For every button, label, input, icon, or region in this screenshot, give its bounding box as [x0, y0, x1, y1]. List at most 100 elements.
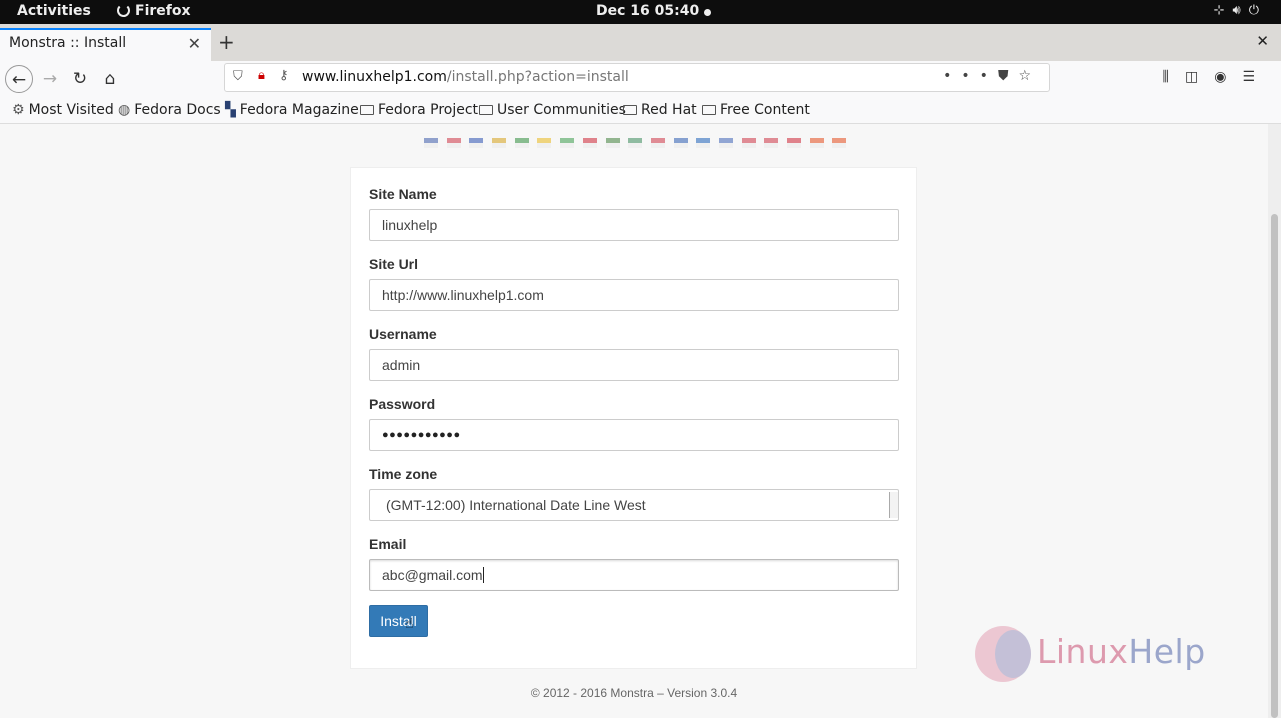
site-url-input[interactable]: http://www.linuxhelp1.com	[369, 279, 899, 311]
language-flag-icon[interactable]	[832, 138, 847, 148]
page-actions-icon[interactable]: •••	[943, 68, 998, 84]
language-flag-icon[interactable]	[741, 138, 756, 148]
bookmark-label: Most Visited	[28, 102, 114, 118]
tab-title: Monstra :: Install	[9, 35, 127, 51]
bookmark-fedora-docs[interactable]: ◍ Fedora Docs	[118, 102, 221, 118]
language-flag-icon[interactable]	[696, 138, 711, 148]
language-flag-icon[interactable]	[424, 138, 438, 148]
hand-cursor-icon: ☝	[405, 616, 414, 632]
bookmark-fedora-project[interactable]: Fedora Project	[360, 102, 478, 118]
logo-circle-overlay	[995, 630, 1031, 678]
window-close-icon[interactable]: ✕	[1256, 32, 1269, 50]
new-tab-icon[interactable]: +	[218, 30, 235, 54]
email-value: abc@gmail.com	[382, 567, 483, 583]
bookmark-label: Free Content	[720, 102, 810, 118]
folder-icon	[360, 105, 374, 115]
system-tray[interactable]: ⊹🔊︎⏻	[1214, 3, 1267, 18]
password-label: Password	[369, 396, 436, 412]
bookmark-user-communities[interactable]: User Communities	[479, 102, 626, 118]
scrollbar-thumb[interactable]	[1271, 214, 1278, 718]
language-flags	[424, 133, 855, 148]
language-flag-icon[interactable]	[650, 138, 665, 148]
language-flag-icon[interactable]	[605, 138, 620, 148]
power-icon: ⏻	[1248, 3, 1267, 18]
logo-text-left: Linux	[1037, 632, 1129, 671]
fedora-magazine-icon: ▚	[225, 102, 236, 118]
logo-text: LinuxHelp	[1037, 632, 1206, 671]
key-icon[interactable]: ⚷	[279, 68, 289, 83]
gear-icon: ⚙	[12, 102, 25, 118]
site-url-label: Site Url	[369, 256, 419, 272]
language-flag-icon[interactable]	[514, 138, 529, 148]
linuxhelp-watermark-logo: LinuxHelp	[975, 626, 1235, 686]
password-input[interactable]: ●●●●●●●●●●●	[369, 419, 899, 451]
page-content: Site Name linuxhelp Site Url http://www.…	[0, 124, 1268, 718]
install-button[interactable]: Install	[369, 605, 428, 637]
bookmark-red-hat[interactable]: Red Hat	[623, 102, 697, 118]
bookmark-free-content[interactable]: Free Content	[702, 102, 810, 118]
pocket-icon[interactable]: ⛊	[998, 68, 1019, 84]
bookmark-label: Fedora Docs	[134, 102, 221, 118]
home-icon[interactable]: ⌂	[96, 65, 124, 93]
sidebar-icon[interactable]: ◫	[1185, 69, 1214, 85]
language-flag-icon[interactable]	[582, 138, 597, 148]
bookmark-label: Fedora Project	[378, 102, 479, 118]
email-label: Email	[369, 536, 407, 552]
select-scrollbar[interactable]	[889, 492, 898, 518]
forward-icon[interactable]: →	[36, 65, 64, 93]
library-icon[interactable]: ⫼	[1163, 69, 1185, 85]
language-flag-icon[interactable]	[628, 138, 643, 148]
insecure-lock-icon[interactable]: 🔒︎	[258, 68, 265, 83]
bookmark-fedora-magazine[interactable]: ▚ Fedora Magazine	[225, 102, 359, 118]
language-flag-icon[interactable]	[673, 138, 688, 148]
email-input[interactable]: abc@gmail.com	[369, 559, 899, 591]
language-flag-icon[interactable]	[492, 138, 507, 148]
username-input[interactable]: admin	[369, 349, 899, 381]
tab-bar: Monstra :: Install ✕ + ✕	[0, 24, 1281, 61]
tab-monstra-install[interactable]: Monstra :: Install ✕	[0, 28, 211, 61]
url-text[interactable]: www.linuxhelp1.com/install.php?action=in…	[302, 69, 629, 85]
toolbar-right: ⫼◫◉☰	[1163, 69, 1271, 85]
bookmark-label: Fedora Magazine	[239, 102, 359, 118]
language-flag-icon[interactable]	[560, 138, 575, 148]
url-path: /install.php?action=install	[446, 69, 629, 85]
reload-icon[interactable]: ↻	[66, 65, 94, 93]
url-bar[interactable]: ⛉ 🔒︎ ⚷ www.linuxhelp1.com/install.php?ac…	[224, 63, 1050, 92]
app-menu[interactable]: Firefox	[117, 3, 191, 19]
folder-icon	[479, 105, 493, 115]
navigation-bar: ← → ↻ ⌂ ⛉ 🔒︎ ⚷ www.linuxhelp1.com/instal…	[0, 61, 1281, 97]
url-host: www.linuxhelp1.com	[302, 69, 447, 85]
install-form: Site Name linuxhelp Site Url http://www.…	[350, 167, 917, 669]
back-icon[interactable]: ←	[5, 65, 33, 93]
clock[interactable]: Dec 16 05:40	[596, 3, 699, 19]
language-flag-icon[interactable]	[718, 138, 733, 148]
page-scrollbar[interactable]	[1268, 124, 1281, 718]
username-label: Username	[369, 326, 437, 342]
language-flag-icon[interactable]	[537, 138, 552, 148]
account-icon[interactable]: ◉	[1214, 69, 1242, 85]
tab-close-icon[interactable]: ✕	[188, 34, 201, 53]
tracking-shield-icon[interactable]: ⛉	[233, 69, 243, 84]
site-name-input[interactable]: linuxhelp	[369, 209, 899, 241]
site-name-label: Site Name	[369, 186, 437, 202]
bookmark-label: User Communities	[497, 102, 626, 118]
folder-icon	[623, 105, 637, 115]
menu-icon[interactable]: ☰	[1242, 69, 1271, 85]
timezone-select[interactable]: (GMT-12:00) International Date Line West	[369, 489, 899, 521]
timezone-label: Time zone	[369, 466, 438, 482]
bookmarks-toolbar: ⚙ Most Visited ◍ Fedora Docs ▚ Fedora Magaz…	[0, 97, 1281, 124]
logo-text-right: Help	[1128, 632, 1206, 671]
system-top-bar: Activities Firefox Dec 16 05:40 ⊹🔊︎⏻	[0, 0, 1281, 24]
footer-copyright: © 2012 - 2016 Monstra – Version 3.0.4	[530, 686, 738, 700]
notification-dot-icon	[704, 9, 711, 16]
language-flag-icon[interactable]	[787, 138, 801, 148]
language-flag-icon[interactable]	[446, 138, 461, 148]
url-actions: •••⛊☆	[943, 68, 1041, 84]
activities-button[interactable]: Activities	[17, 3, 91, 19]
language-flag-icon[interactable]	[469, 138, 484, 148]
bookmark-star-icon[interactable]: ☆	[1018, 68, 1041, 84]
language-flag-icon[interactable]	[809, 138, 824, 148]
bookmark-label: Red Hat	[641, 102, 697, 118]
language-flag-icon[interactable]	[764, 138, 779, 148]
bookmark-most-visited[interactable]: ⚙ Most Visited	[12, 102, 114, 118]
